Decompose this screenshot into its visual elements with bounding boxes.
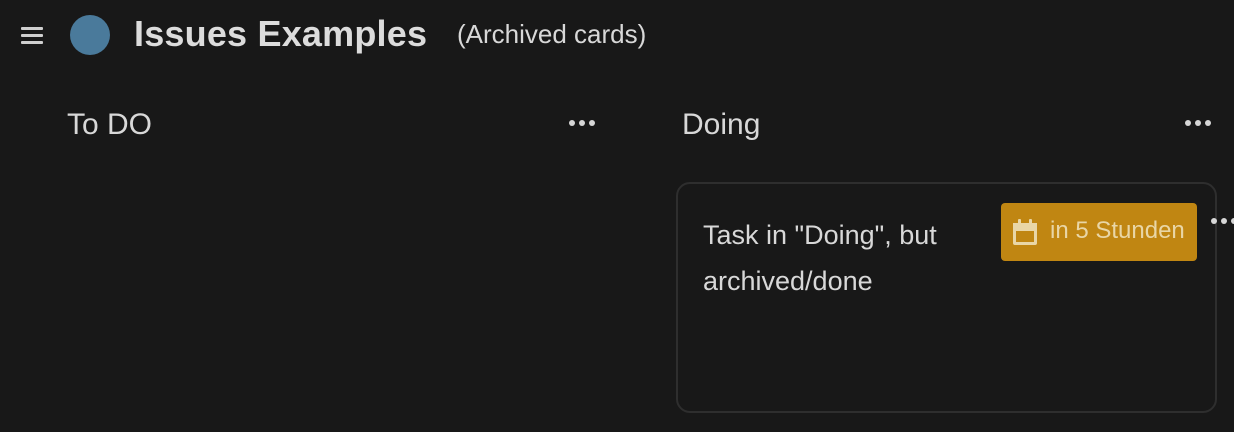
card[interactable]: Task in "Doing", but archived/done in 5 … xyxy=(676,182,1234,413)
due-date-badge[interactable]: in 5 Stunden xyxy=(1001,203,1197,261)
stack-more-options-icon[interactable] xyxy=(1180,112,1216,134)
stack-more-options-icon[interactable] xyxy=(564,112,600,134)
hamburger-menu-icon[interactable] xyxy=(19,24,45,46)
board-title: Issues Examples xyxy=(134,13,428,54)
due-date-label: in 5 Stunden xyxy=(1050,217,1185,244)
stack-to-do: To DO xyxy=(36,86,616,432)
board-color-dot xyxy=(70,15,110,55)
stack-title: To DO xyxy=(67,108,153,141)
stack-doing: Doing Task in "Doing", but archived/done… xyxy=(652,86,1234,432)
card-more-options-icon[interactable] xyxy=(1206,210,1234,232)
board-subtitle: (Archived cards) xyxy=(457,19,647,49)
stack-title: Doing xyxy=(682,108,761,141)
calendar-icon xyxy=(1013,219,1037,245)
board-header: Issues Examples (Archived cards) xyxy=(0,0,1234,72)
card-title: Task in "Doing", but archived/done xyxy=(703,220,937,296)
